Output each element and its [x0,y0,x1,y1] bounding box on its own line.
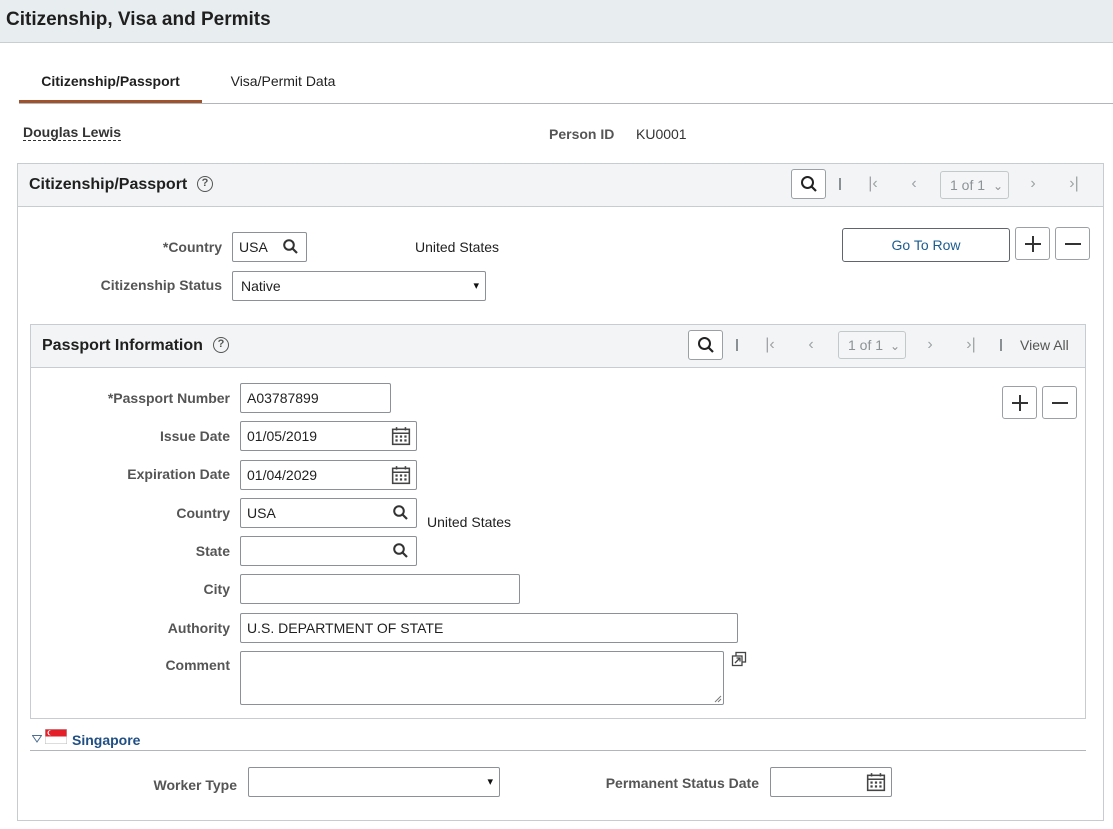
search-icon [698,337,714,353]
chevron-down-icon: ⌄ [992,179,1003,193]
minus-icon [1065,243,1081,245]
worker-type-label: Worker Type [153,777,237,793]
plus-icon-vertical [1019,395,1021,411]
view-all-link[interactable]: View All [1020,337,1069,353]
passport-add-row-button[interactable] [1002,386,1037,419]
pager-label: 1 of 1 [848,337,884,353]
country-label: *Country [162,239,222,255]
tab-citizenship-passport[interactable]: Citizenship/Passport [19,72,202,103]
toolbar-separator [839,178,841,190]
add-row-button[interactable] [1015,227,1050,260]
passport-help-icon[interactable]: ? [213,337,229,353]
last-row-icon[interactable]: ›| [1064,176,1084,192]
comment-label: Comment [165,657,230,673]
passport-country-value: USA [247,505,276,521]
next-row-icon[interactable]: › [1023,176,1043,192]
passport-box-title: Passport Information [42,337,203,354]
city-label: City [203,581,230,597]
expiration-date-value: 01/04/2029 [247,467,318,483]
authority-value: U.S. DEPARTMENT OF STATE [247,620,444,636]
minus-icon [1052,402,1068,404]
issue-date-value: 01/05/2019 [247,428,318,444]
city-input[interactable] [240,574,520,604]
singapore-divider [30,750,1086,751]
tab-visa-permit-data[interactable]: Visa/Permit Data [202,72,364,103]
state-input[interactable] [240,536,417,566]
passport-country-label: Country [176,505,230,521]
country-input[interactable]: USA [232,232,307,262]
plus-icon-vertical [1032,236,1034,252]
expand-comment-icon[interactable] [731,651,747,667]
delete-row-button[interactable] [1055,227,1090,260]
worker-type-select[interactable]: ▾ [248,767,500,797]
citizenship-status-select[interactable]: Native ▾ [232,271,486,301]
calendar-icon[interactable] [866,772,886,792]
issue-date-label: Issue Date [159,428,230,444]
passport-row-pager[interactable]: 1 of 1 ⌄ [838,331,906,359]
last-row-icon[interactable]: ›| [961,337,981,353]
country-value: USA [239,239,268,255]
state-label: State [195,543,230,559]
search-icon[interactable] [392,504,410,522]
page-title: Citizenship, Visa and Permits [6,9,271,30]
citizenship-box-title: Citizenship/Passport [29,176,188,193]
citizenship-status-label: Citizenship Status [100,277,222,293]
citizenship-row-pager[interactable]: 1 of 1 ⌄ [940,171,1009,199]
permanent-status-date-label: Permanent Status Date [605,775,759,791]
citizenship-help-icon[interactable]: ? [197,176,213,192]
comment-textarea[interactable] [240,651,724,705]
authority-label: Authority [167,620,230,636]
person-id-value: KU0001 [636,126,687,142]
tab-label: Citizenship/Passport [41,73,180,89]
collapse-triangle-icon[interactable] [32,735,42,743]
previous-row-icon[interactable]: ‹ [904,176,924,192]
passport-country-description: United States [427,514,512,530]
authority-input[interactable]: U.S. DEPARTMENT OF STATE [240,613,738,643]
person-name-link[interactable]: Douglas Lewis [23,124,122,141]
toolbar-separator [736,339,738,351]
passport-search-button[interactable] [688,330,723,360]
passport-number-label: *Passport Number [107,390,230,406]
first-row-icon[interactable]: |‹ [863,176,883,192]
calendar-icon[interactable] [391,426,411,446]
singapore-flag-icon [45,729,67,744]
search-icon[interactable] [282,238,300,256]
expiration-date-input[interactable]: 01/04/2029 [240,460,417,490]
tabs-divider [19,103,1113,104]
citizenship-search-button[interactable] [791,169,826,199]
pager-label: 1 of 1 [950,177,986,193]
first-row-icon[interactable]: |‹ [760,337,780,353]
expiration-date-label: Expiration Date [127,466,230,482]
issue-date-input[interactable]: 01/05/2019 [240,421,417,451]
next-row-icon[interactable]: › [920,337,940,353]
calendar-icon[interactable] [391,465,411,485]
person-id-label: Person ID [549,126,615,142]
chevron-down-icon: ▾ [473,280,479,292]
go-to-row-button[interactable]: Go To Row [842,228,1010,262]
chevron-down-icon: ⌄ [889,339,900,353]
chevron-down-icon: ▾ [487,776,493,788]
search-icon [801,176,817,192]
passport-delete-row-button[interactable] [1042,386,1077,419]
passport-country-input[interactable]: USA [240,498,417,528]
citizenship-status-value: Native [241,278,281,294]
toolbar-separator [1000,339,1002,351]
passport-number-input[interactable]: A03787899 [240,383,391,413]
resize-handle-icon[interactable] [714,695,722,703]
search-icon[interactable] [392,542,410,560]
permanent-status-date-input[interactable] [770,767,892,797]
tab-label: Visa/Permit Data [230,73,336,89]
previous-row-icon[interactable]: ‹ [801,337,821,353]
singapore-section-toggle[interactable]: Singapore [72,732,140,748]
country-description: United States [415,239,500,255]
passport-number-value: A03787899 [247,390,319,406]
